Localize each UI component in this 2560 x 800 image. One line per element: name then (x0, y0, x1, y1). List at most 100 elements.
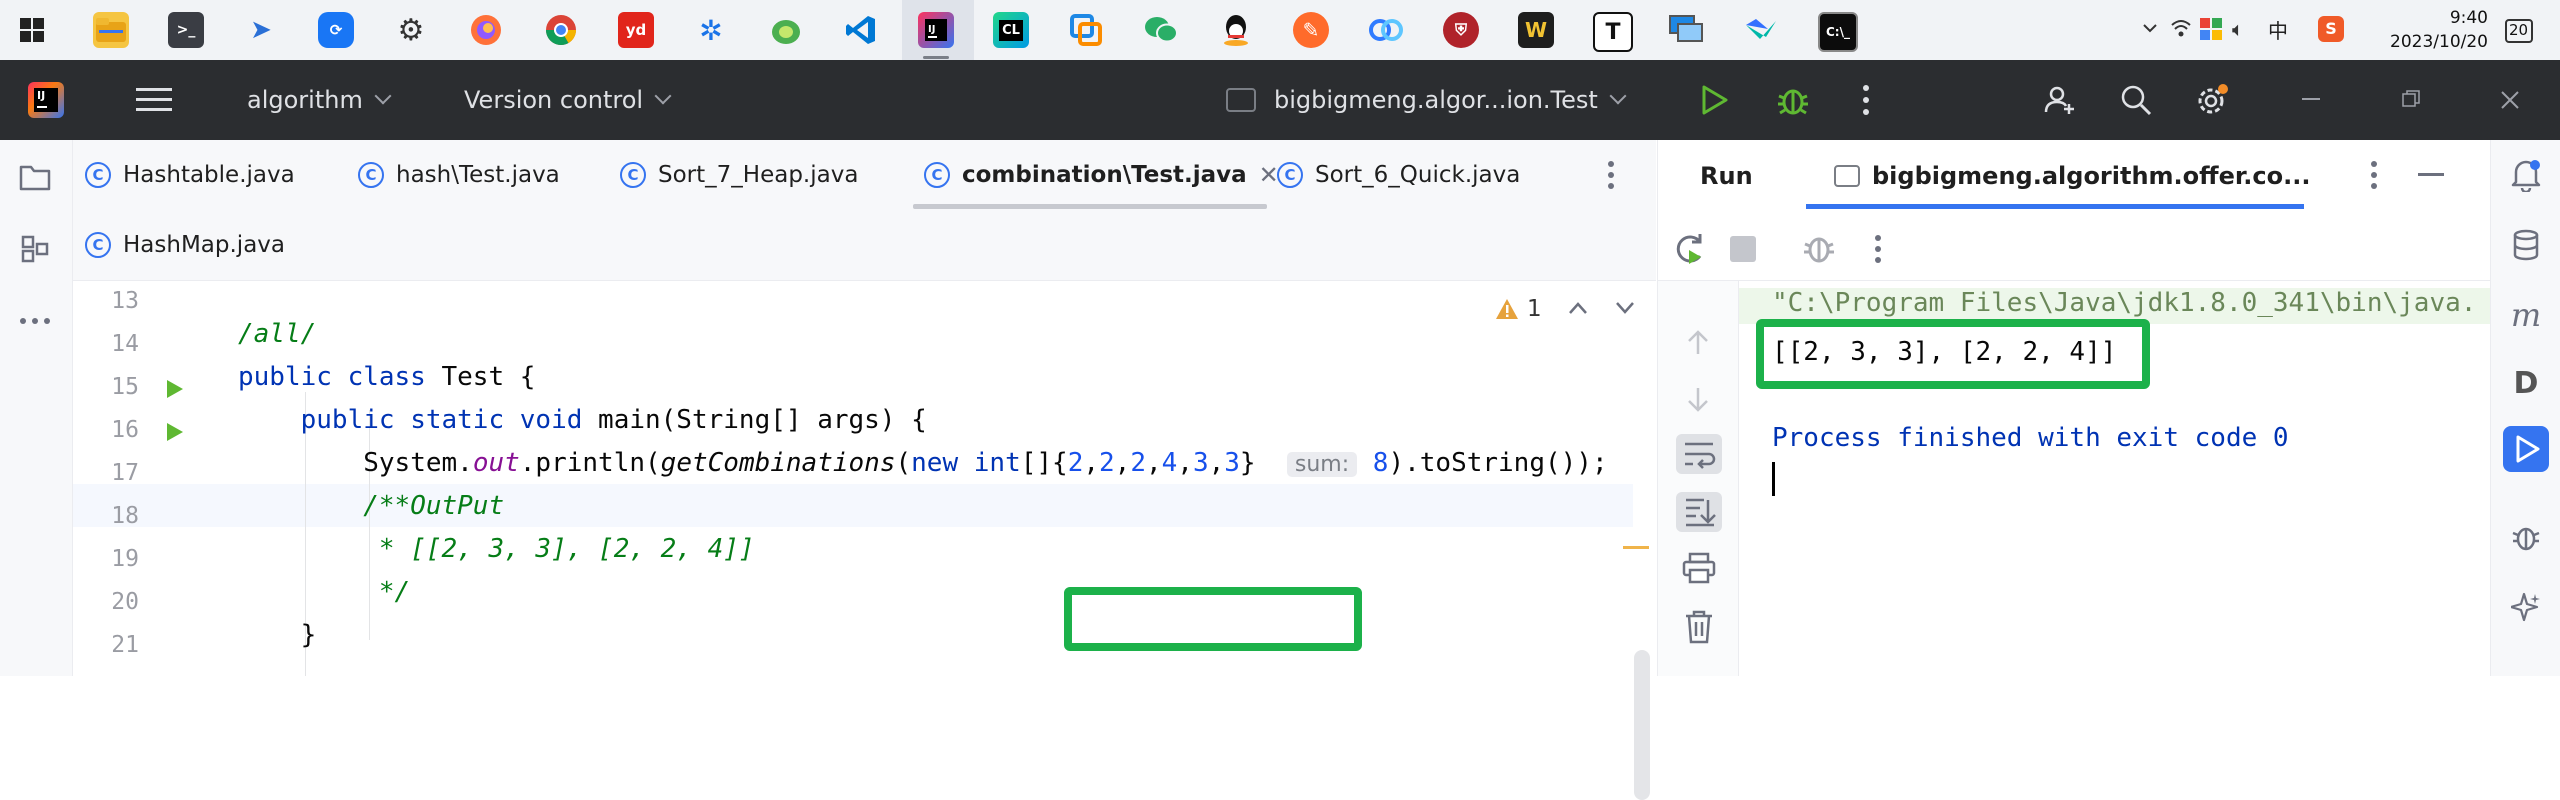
pen-app-icon[interactable]: ✎ (1293, 12, 1329, 48)
print-icon[interactable] (1682, 552, 1716, 584)
minimize-icon[interactable] (2302, 98, 2320, 100)
soft-wrap-icon[interactable] (1676, 434, 1722, 474)
fruit-app-icon[interactable] (768, 12, 804, 48)
sogou-icon[interactable]: S (2318, 16, 2344, 42)
chevron-up-icon[interactable] (2142, 20, 2158, 36)
code-line-16: public static void main(String[] args) { (300, 405, 927, 435)
class-icon: C (85, 232, 111, 258)
structure-icon[interactable] (18, 232, 52, 266)
remote-desktop-icon[interactable] (1668, 12, 1704, 48)
windows-taskbar: >_ ➤ ⟳ ⚙ yd ✲ IJ CL ✎ ⛨ W T C:\_ 🔈︎ 中 S … (0, 0, 2560, 61)
intellij-logo-icon[interactable]: IJ (28, 82, 64, 118)
rerun-icon[interactable] (1672, 232, 1706, 266)
run-tool-window-icon[interactable] (2503, 426, 2549, 472)
qq-icon[interactable] (1218, 12, 1254, 48)
text-cursor (1772, 462, 1775, 496)
ai-assistant-icon[interactable] (2509, 590, 2543, 624)
network-icon[interactable]: ✲ (693, 12, 729, 48)
word-icon[interactable]: W (1518, 12, 1554, 48)
run-panel-options-icon[interactable] (2370, 160, 2378, 190)
settings-icon[interactable]: ⚙ (393, 12, 429, 48)
defender-icon[interactable]: ⛨ (1443, 12, 1479, 48)
run-tab-underline (1806, 204, 2304, 209)
photo-app-icon[interactable] (1068, 12, 1104, 48)
d-plugin-icon[interactable]: D (2509, 366, 2543, 401)
ime-indicator[interactable]: 中 (2268, 15, 2288, 44)
intellij-idea-icon[interactable]: IJ (918, 12, 954, 48)
line-number: 14 (111, 331, 139, 357)
settings-gear-icon[interactable] (2194, 82, 2230, 118)
notification-badge[interactable]: 20 (2503, 14, 2537, 48)
scrollbar-marker (1623, 546, 1649, 549)
editor-tab-row-1: C Hashtable.java Chash\Test.java C Sort_7_… (73, 140, 1656, 211)
maven-icon[interactable]: m (2509, 296, 2543, 334)
project-folder-icon[interactable] (18, 160, 52, 194)
terminal-icon[interactable]: >_ (168, 12, 204, 48)
add-user-icon[interactable] (2044, 84, 2076, 116)
code-line-19: * [[2, 3, 3], [2, 2, 4]] (363, 534, 755, 564)
tab-combination-test[interactable]: Ccombination\Test.java ✕ (924, 140, 1279, 210)
class-icon: C (620, 162, 646, 188)
more-tool-windows-icon[interactable] (18, 304, 52, 338)
feishu-icon[interactable] (1743, 12, 1779, 48)
firefox-icon[interactable] (468, 12, 504, 48)
code-line-17: System.out.println(getCombinations(new i… (363, 448, 1608, 478)
run-config-icon[interactable] (1226, 88, 1256, 112)
more-actions-icon[interactable] (1862, 84, 1870, 116)
tab-hashmap[interactable]: C HashMap.java (85, 210, 285, 280)
tab-overflow-menu-icon[interactable] (1607, 160, 1615, 190)
tab-hashtable[interactable]: C Hashtable.java (85, 140, 295, 210)
baidu-netdisk-icon[interactable] (1368, 12, 1404, 48)
notifications-bell-icon[interactable] (2509, 158, 2543, 192)
tab-hash-test[interactable]: Chash\Test.java (358, 140, 560, 210)
file-explorer-icon[interactable] (93, 12, 129, 48)
run-config-icon (1834, 165, 1860, 187)
tab-sort-7-heap[interactable]: C Sort_7_Heap.java (620, 140, 858, 210)
wechat-icon[interactable] (1143, 12, 1179, 48)
wifi-icon[interactable] (2170, 17, 2192, 39)
search-icon[interactable] (2120, 84, 2152, 116)
project-selector[interactable]: algorithm (247, 60, 389, 140)
speaker-icon[interactable]: 🔈︎ (2232, 17, 2254, 41)
main-menu-icon[interactable] (136, 86, 172, 114)
code-area[interactable]: 13 14 15 16 17 18 19 20 21 /all/ public … (73, 280, 1656, 800)
editor-scrollbar[interactable] (1634, 650, 1650, 800)
typora-icon[interactable]: T (1593, 12, 1633, 52)
debug-button-icon[interactable] (1776, 82, 1810, 118)
scroll-down-icon[interactable] (1686, 384, 1710, 414)
scroll-to-end-icon[interactable] (1676, 492, 1722, 532)
vpn-icon[interactable]: ⟳ (318, 12, 354, 48)
color-app-icon[interactable] (2200, 18, 2222, 40)
powershell-icon[interactable]: ➤ (243, 12, 279, 48)
clock[interactable]: 9:40 2023/10/20 (2390, 6, 2488, 54)
restore-icon[interactable] (2402, 90, 2420, 108)
run-more-icon[interactable] (1874, 234, 1882, 264)
run-tab[interactable]: bigbigmeng.algorithm.offer.co... (1834, 162, 2310, 190)
stop-icon[interactable] (1730, 236, 1756, 262)
close-tab-icon[interactable]: ✕ (1259, 140, 1279, 210)
run-configuration-selector[interactable]: bigbigmeng.algor...ion.Test (1274, 60, 1624, 140)
chrome-icon[interactable] (543, 12, 579, 48)
vscode-icon[interactable] (843, 12, 879, 48)
tab-sort-6-quick[interactable]: C Sort_6_Quick.java (1277, 140, 1520, 210)
cmd-icon[interactable]: C:\_ (1818, 12, 1858, 52)
highlight-box-array (1064, 587, 1362, 651)
debug-rerun-icon[interactable] (1802, 230, 1836, 266)
editor-pane: C Hashtable.java Chash\Test.java C Sort_7_… (73, 140, 1656, 800)
youdao-icon[interactable]: yd (618, 12, 654, 48)
run-class-gutter-icon[interactable] (165, 377, 185, 399)
windows-start-icon[interactable] (20, 18, 44, 42)
run-button-icon[interactable] (1700, 84, 1730, 116)
close-window-icon[interactable] (2500, 90, 2520, 110)
run-main-gutter-icon[interactable] (165, 420, 185, 442)
scroll-up-icon[interactable] (1686, 328, 1710, 358)
clion-icon[interactable]: CL (993, 12, 1029, 48)
hide-panel-icon[interactable] (2418, 173, 2444, 176)
code-line-14: /all/ (238, 319, 317, 349)
database-icon[interactable] (2509, 228, 2543, 262)
debug-tool-icon[interactable] (2509, 520, 2543, 554)
line-number: 19 (111, 546, 139, 572)
version-control-menu[interactable]: Version control (464, 60, 669, 140)
clear-console-icon[interactable] (1684, 610, 1714, 644)
line-number: 15 (111, 374, 139, 400)
